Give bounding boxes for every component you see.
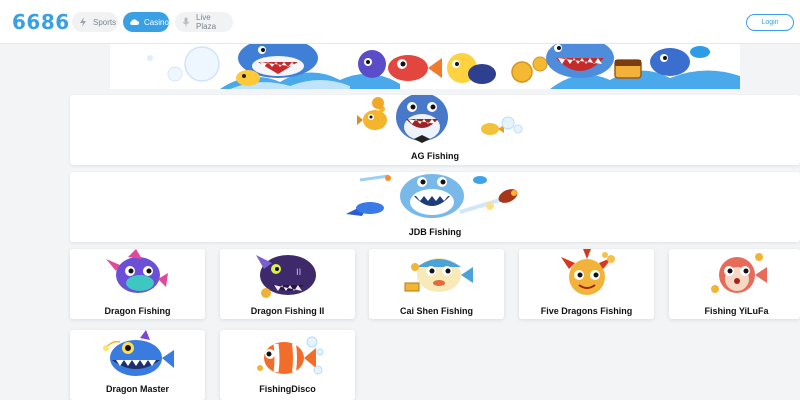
tab-sports[interactable]: Sports xyxy=(72,12,118,32)
shark-fish-art xyxy=(357,95,523,143)
promo-banner[interactable] xyxy=(110,44,740,89)
game-card-dragon-master[interactable]: Dragon Master xyxy=(70,330,205,400)
tab-live-plaza-label: Live Plaza xyxy=(196,13,217,31)
game-card-jdb-fishing[interactable]: JDB Fishing xyxy=(70,172,800,242)
red-lion-fish-art xyxy=(561,249,615,295)
game-name: Dragon Fishing xyxy=(104,306,171,316)
microphone-icon xyxy=(181,17,191,27)
game-name: Dragon Master xyxy=(105,384,169,394)
shark-rocket-art xyxy=(346,174,518,218)
tab-casino-label: Casino xyxy=(144,17,169,27)
red-puffer-fish-art xyxy=(711,253,767,293)
game-name: Fishing YiLuFa xyxy=(704,306,769,316)
game-name: Cai Shen Fishing xyxy=(399,306,473,316)
tab-casino[interactable]: Casino xyxy=(123,12,169,32)
dark-monster-fish-art: II xyxy=(256,255,316,298)
game-name: Five Dragons Fishing xyxy=(540,306,633,316)
ag-fishing-label: AG Fishing xyxy=(411,151,459,161)
purple-fish-art xyxy=(106,249,168,293)
tab-live-plaza[interactable]: Live Plaza xyxy=(175,12,233,32)
login-button[interactable]: Login xyxy=(746,14,794,31)
site-logo[interactable]: 6686 xyxy=(12,10,70,34)
game-card-dragon-fishing[interactable]: Dragon Fishing xyxy=(70,249,205,319)
game-card-five-dragons-fishing[interactable]: Five Dragons Fishing xyxy=(519,249,654,319)
tab-sports-label: Sports xyxy=(93,17,117,27)
fish-banner-art xyxy=(147,44,740,89)
game-card-ag-fishing[interactable]: AG Fishing xyxy=(70,95,800,165)
game-card-dragon-fishing-ii[interactable]: II Dragon Fishing II xyxy=(220,249,355,319)
bolt-icon xyxy=(78,17,88,27)
anglerfish-art xyxy=(103,330,174,376)
clownfish-art xyxy=(257,336,324,375)
svg-text:II: II xyxy=(296,268,301,278)
game-card-fishingdisco[interactable]: FishingDisco xyxy=(220,330,355,400)
game-card-fishing-yilufa[interactable]: Fishing YiLuFa xyxy=(669,249,800,319)
game-card-cai-shen-fishing[interactable]: Cai Shen Fishing xyxy=(369,249,504,319)
top-header: 6686 Sports Casino Live Plaza Login xyxy=(0,0,800,44)
jdb-fishing-label: JDB Fishing xyxy=(408,227,462,237)
cloud-icon xyxy=(129,17,139,27)
game-name: Dragon Fishing II xyxy=(250,306,325,316)
puffer-fish-art xyxy=(404,258,473,292)
game-name: FishingDisco xyxy=(259,384,316,394)
